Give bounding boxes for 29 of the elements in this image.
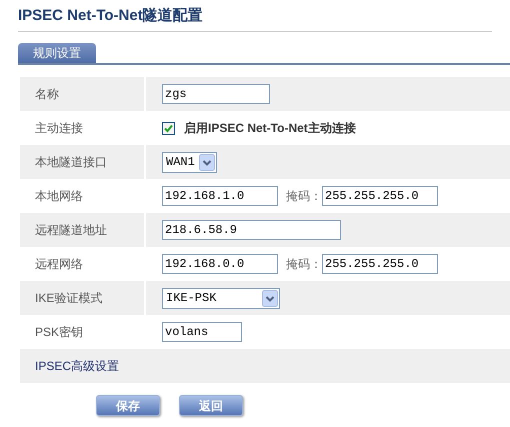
- advanced-settings-link[interactable]: IPSEC高级设置: [35, 357, 120, 375]
- dropdown[interactable]: WAN1: [162, 152, 217, 172]
- tab[interactable]: 规则设置: [18, 43, 96, 63]
- text-field[interactable]: 218.6.58.9: [162, 220, 341, 240]
- ip-field[interactable]: 192.168.1.0: [162, 186, 278, 206]
- checkbox[interactable]: [162, 122, 175, 134]
- checkmark-icon: [164, 124, 173, 132]
- field-label: 本地网络: [35, 188, 83, 205]
- checkbox-label: 启用IPSEC Net-To-Net主动连接: [184, 120, 356, 137]
- chevron-down-icon: [199, 154, 215, 170]
- ip-field[interactable]: 192.168.0.0: [162, 254, 278, 274]
- mask-label: 掩码：: [286, 188, 322, 205]
- field-label: 本地隧道接口: [35, 154, 107, 171]
- field-label: 远程隧道地址: [35, 222, 107, 239]
- dropdown-value: WAN1: [166, 154, 195, 171]
- page-title: IPSEC Net-To-Net隧道配置: [18, 7, 204, 25]
- field-label: 名称: [35, 86, 59, 103]
- field-label: 远程网络: [35, 256, 83, 273]
- chevron-down-icon: [262, 290, 278, 306]
- mask-field[interactable]: 255.255.255.0: [322, 254, 438, 274]
- field-label: 主动连接: [35, 120, 83, 137]
- field-label: PSK密钥: [35, 324, 84, 341]
- mask-field[interactable]: 255.255.255.0: [322, 186, 438, 206]
- mask-label: 掩码：: [286, 256, 322, 273]
- field-label: IKE验证模式: [35, 290, 102, 307]
- dropdown-value: IKE-PSK: [166, 290, 216, 307]
- text-field[interactable]: zgs: [162, 84, 270, 104]
- text-field[interactable]: volans: [162, 322, 242, 342]
- dropdown[interactable]: IKE-PSK: [162, 288, 280, 308]
